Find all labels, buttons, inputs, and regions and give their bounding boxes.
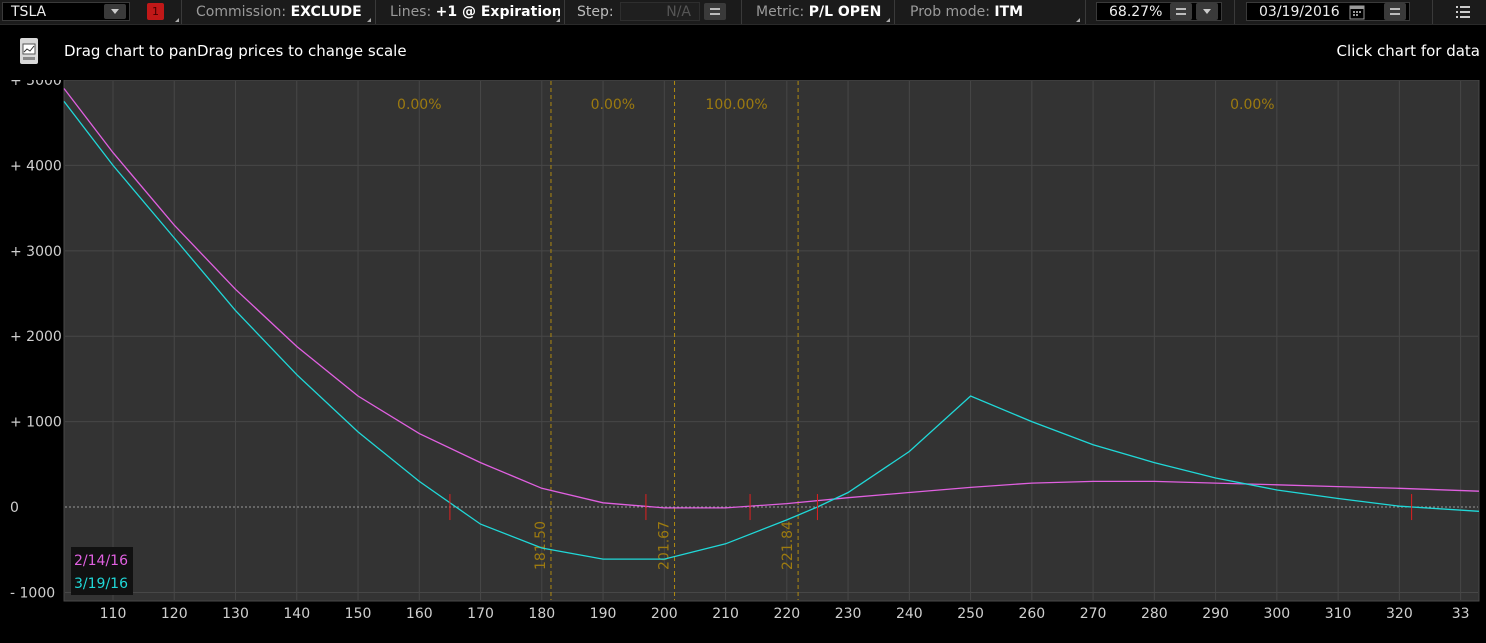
step-label: Step: (577, 4, 614, 20)
x-tick-label: 320 (1386, 606, 1413, 622)
alert-badge[interactable]: 1 (147, 3, 164, 20)
y-tick-label: + 1000 (10, 415, 62, 431)
drag-hint-text: Drag chart to panDrag prices to change s… (64, 42, 407, 60)
lines-label: Lines: (390, 4, 432, 20)
y-tick-label: + 5000 (10, 80, 62, 89)
x-tick-label: 300 (1263, 606, 1290, 622)
x-tick-label: 170 (467, 606, 494, 622)
metric-value: P/L OPEN (808, 4, 882, 20)
x-tick-label: 150 (345, 606, 372, 622)
y-tick-label: + 4000 (10, 158, 62, 174)
info-bar: Drag chart to panDrag prices to change s… (0, 25, 1486, 80)
corner-menu-icon[interactable] (367, 18, 371, 22)
step-value: N/A (666, 4, 691, 20)
y-tick-label: + 2000 (10, 329, 62, 345)
x-tick-label: 240 (896, 606, 923, 622)
step-stepper[interactable] (704, 3, 726, 20)
x-tick-label: 270 (1080, 606, 1107, 622)
lines-value: +1 @ Expiration (435, 4, 560, 20)
calendar-icon[interactable] (1349, 4, 1365, 26)
lines-setting[interactable]: Lines: +1 @ Expiration (390, 0, 560, 24)
x-tick-label: 250 (957, 606, 984, 622)
plot-area[interactable] (63, 80, 1480, 602)
probability-input[interactable]: 68.27% (1096, 2, 1222, 21)
legend-entry: 2/14/16 (74, 553, 128, 569)
x-tick-label: 130 (222, 606, 249, 622)
y-tick-label: 0 (10, 500, 19, 516)
zone-probability-label: 0.00% (397, 97, 441, 113)
metric-setting[interactable]: Metric: P/L OPEN (756, 0, 886, 24)
symbol-selector[interactable]: TSLA (2, 2, 130, 21)
x-tick-label: 160 (406, 606, 433, 622)
y-tick-label: - 1000 (10, 585, 55, 601)
toolbar: TSLA 1 Commission: EXCLUDE Lines: +1 @ E… (0, 0, 1486, 25)
x-tick-label: 210 (712, 606, 739, 622)
x-tick-label: 230 (835, 606, 862, 622)
chevron-down-icon[interactable] (1196, 3, 1218, 20)
x-tick-label: 200 (651, 606, 678, 622)
click-hint-text: Click chart for data (1336, 42, 1480, 60)
corner-menu-icon[interactable] (556, 18, 560, 22)
x-tick-label: 220 (773, 606, 800, 622)
price-line-label: 221.84 (780, 521, 796, 570)
x-tick-label: 310 (1325, 606, 1352, 622)
metric-label: Metric: (756, 4, 805, 20)
x-tick-label: 280 (1141, 606, 1168, 622)
legend-entry: 3/19/16 (74, 576, 128, 592)
x-tick-label: 190 (590, 606, 617, 622)
commission-setting[interactable]: Commission: EXCLUDE (196, 0, 371, 24)
x-axis: 110 120 130 140 150 160 170 180 190 200 210 220 230 2… (100, 606, 1470, 622)
prob-mode-label: Prob mode: (910, 4, 990, 20)
x-tick-label: 180 (528, 606, 555, 622)
zone-probability-label: 0.00% (1230, 97, 1274, 113)
commission-label: Commission: (196, 4, 287, 20)
y-axis: - 1000 0 + 1000 + 2000 + 3000 + 4000 + 5000 (10, 80, 62, 601)
prob-mode-value: ITM (994, 4, 1024, 20)
y-tick-label: + 3000 (10, 244, 62, 260)
legend: 2/14/16 3/19/16 (71, 547, 133, 595)
date-input[interactable]: 03/19/2016 (1246, 2, 1410, 21)
probability-stepper[interactable] (1170, 3, 1192, 20)
corner-menu-icon[interactable] (1076, 18, 1080, 22)
x-tick-label: 120 (161, 606, 188, 622)
zone-probability-label: 0.00% (591, 97, 635, 113)
pl-chart[interactable]: 181.50 201.67 221.84 0.00% 0.00% 100.00% 0.00… (0, 80, 1486, 643)
price-line-label: 201.67 (657, 521, 673, 570)
probability-value: 68.27% (1109, 4, 1163, 20)
prob-mode-setting[interactable]: Prob mode: ITM (910, 0, 1080, 24)
x-tick-label: 140 (283, 606, 310, 622)
symbol-value: TSLA (11, 4, 47, 20)
chevron-down-icon[interactable] (104, 4, 126, 19)
date-value: 03/19/2016 (1259, 4, 1340, 20)
corner-menu-icon[interactable] (175, 18, 179, 22)
step-input[interactable]: N/A (620, 2, 700, 21)
hamburger-menu-icon[interactable] (1456, 4, 1472, 24)
corner-menu-icon[interactable] (886, 18, 890, 22)
x-tick-label: 33 (1452, 606, 1470, 622)
chart-thumbnail-icon[interactable] (20, 38, 38, 64)
x-tick-label: 290 (1202, 606, 1229, 622)
zone-probability-label: 100.00% (705, 97, 767, 113)
date-stepper[interactable] (1384, 3, 1406, 20)
x-tick-label: 110 (100, 606, 127, 622)
x-tick-label: 260 (1018, 606, 1045, 622)
commission-value: EXCLUDE (290, 4, 362, 20)
